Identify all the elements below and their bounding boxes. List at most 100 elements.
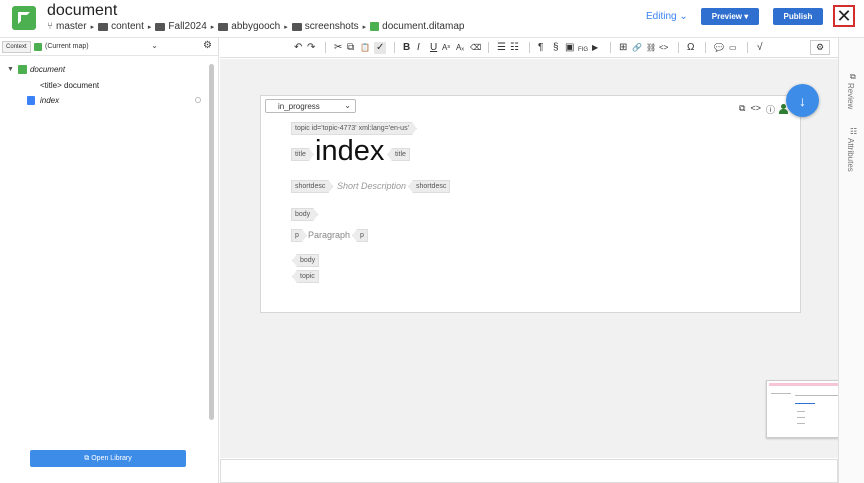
- library-icon: ⧉: [84, 454, 92, 462]
- code-icon[interactable]: <>: [659, 42, 668, 54]
- tree-item-title[interactable]: <title> document: [40, 81, 99, 90]
- close-button[interactable]: ✕: [833, 5, 855, 27]
- tag-body-end[interactable]: body: [292, 254, 320, 267]
- minimap-line: [797, 417, 805, 418]
- open-external-icon[interactable]: ⧉: [739, 103, 745, 116]
- toolbar-divider: [529, 42, 530, 53]
- scroll-down-button[interactable]: ↓: [786, 84, 819, 117]
- breadcrumb-fall2024[interactable]: Fall2024: [155, 21, 207, 32]
- figure-icon[interactable]: FIG: [578, 44, 588, 56]
- caret-down-icon: ▾: [744, 12, 749, 21]
- image-icon[interactable]: ▣: [565, 42, 574, 54]
- comment-icon[interactable]: 💬: [714, 42, 724, 54]
- app-logo-icon[interactable]: [12, 6, 36, 30]
- table-icon[interactable]: ⊞: [619, 42, 627, 54]
- breadcrumb: ⑂ master ▸ content ▸ Fall2024 ▸ abbygooch…: [47, 21, 464, 32]
- breadcrumb-screenshots[interactable]: screenshots: [291, 21, 359, 32]
- gear-icon[interactable]: ⚙: [203, 40, 212, 51]
- paragraph-icon[interactable]: ¶: [538, 42, 543, 54]
- review-icon: ⧉: [850, 72, 856, 81]
- video-icon[interactable]: ▶: [592, 42, 598, 54]
- copy-icon[interactable]: ⧉: [347, 42, 354, 54]
- breadcrumb-content[interactable]: content: [98, 21, 144, 32]
- tag-p-end[interactable]: p: [352, 229, 368, 242]
- subscript-icon[interactable]: Aₓ: [456, 42, 464, 54]
- code-view-icon[interactable]: <>: [750, 103, 761, 116]
- eraser-icon[interactable]: ⌫: [470, 42, 481, 54]
- breadcrumb-separator-icon: ▸: [90, 23, 95, 31]
- topic-page[interactable]: in_progress ⌄ ⧉ <> ⓘ topic id='topic-477…: [260, 95, 801, 313]
- tag-body-start[interactable]: body: [291, 208, 318, 221]
- rail-tab-review[interactable]: Review: [846, 83, 855, 109]
- document-title: document: [47, 2, 118, 19]
- attributes-icon: ☷: [850, 127, 858, 136]
- rail-tab-attributes[interactable]: Attributes: [846, 138, 855, 172]
- undo-icon[interactable]: ↶: [294, 42, 302, 54]
- xref-icon[interactable]: ⛓: [646, 42, 656, 54]
- publish-button[interactable]: Publish: [773, 8, 823, 25]
- keyboard-icon[interactable]: ▭: [729, 42, 737, 54]
- toolbar-divider: [394, 42, 395, 53]
- topic-title[interactable]: index: [315, 135, 384, 168]
- tag-shortdesc-start[interactable]: shortdesc: [291, 180, 333, 193]
- cut-icon[interactable]: ✂: [334, 42, 342, 54]
- tag-title-start[interactable]: title: [291, 148, 314, 161]
- superscript-icon[interactable]: Aˢ: [442, 42, 450, 54]
- math-icon[interactable]: √: [757, 42, 763, 54]
- underline-icon[interactable]: U: [430, 42, 437, 54]
- tag-title-end[interactable]: title: [387, 148, 410, 161]
- tag-topic-end[interactable]: topic: [292, 270, 319, 283]
- minimap-line: [797, 423, 805, 424]
- close-icon: ✕: [836, 6, 852, 26]
- paragraph-text[interactable]: Paragraph: [308, 230, 350, 240]
- tree-item-document[interactable]: ▼ document: [7, 65, 65, 74]
- toolbar-settings-button[interactable]: ⚙: [810, 40, 830, 55]
- status-select[interactable]: in_progress ⌄: [265, 99, 356, 113]
- repository-icon: [98, 22, 109, 31]
- context-label: Context: [2, 41, 31, 53]
- context-bar: Context (Current map) ⌄ ⚙: [0, 38, 219, 56]
- shortdesc-text[interactable]: Short Description: [337, 181, 406, 191]
- tag-topic-start[interactable]: topic id='topic-4773' xml:lang='en-us': [291, 122, 417, 135]
- expand-triangle-icon[interactable]: ▼: [7, 66, 14, 73]
- bulleted-list-icon[interactable]: ☰: [497, 42, 506, 54]
- redo-icon[interactable]: ↷: [307, 42, 315, 54]
- context-select[interactable]: (Current map) ⌄: [34, 40, 160, 53]
- chevron-down-icon: ⌄: [679, 11, 688, 22]
- folder-icon: [291, 22, 302, 31]
- info-icon[interactable]: ⓘ: [766, 103, 775, 116]
- paste-icon[interactable]: 📋: [360, 42, 370, 54]
- omega-icon[interactable]: Ω: [687, 42, 694, 54]
- mode-dropdown[interactable]: Editing ⌄: [646, 11, 688, 22]
- link-icon[interactable]: 🔗: [632, 42, 642, 54]
- ditamap-icon: [34, 42, 42, 51]
- check-icon[interactable]: ✓: [374, 42, 387, 54]
- breadcrumb-branch[interactable]: ⑂ master: [47, 21, 87, 32]
- tag-p-start[interactable]: p: [291, 229, 307, 242]
- topic-icon: [27, 96, 35, 105]
- toolbar-divider: [610, 42, 611, 53]
- editor-canvas: in_progress ⌄ ⧉ <> ⓘ topic id='topic-477…: [220, 59, 838, 458]
- preview-button[interactable]: Preview ▾: [701, 8, 759, 25]
- toolbar-divider: [488, 42, 489, 53]
- minimap-line: [795, 403, 815, 404]
- toolbar-divider: [747, 42, 748, 53]
- tag-shortdesc-end[interactable]: shortdesc: [408, 180, 451, 193]
- left-scrollbar[interactable]: [209, 64, 214, 420]
- tree-item-index[interactable]: index: [27, 96, 59, 105]
- open-library-button[interactable]: ⧉ Open Library: [30, 450, 186, 467]
- bold-icon[interactable]: B: [403, 42, 410, 54]
- breadcrumb-ditamap[interactable]: document.ditamap: [370, 21, 464, 32]
- breadcrumb-separator-icon: ▸: [210, 23, 215, 31]
- page-actions: ⧉ <> ⓘ: [739, 103, 775, 116]
- header: document ⑂ master ▸ content ▸ Fall2024 ▸ …: [0, 0, 864, 38]
- branch-icon: ⑂: [47, 21, 53, 32]
- numbered-list-icon[interactable]: ☷: [510, 42, 519, 54]
- breadcrumb-separator-icon: ▸: [147, 23, 152, 31]
- minimap-line: [771, 393, 791, 394]
- bottom-input-bar[interactable]: [220, 459, 838, 483]
- italic-icon[interactable]: I: [417, 42, 420, 54]
- section-icon[interactable]: §: [553, 42, 559, 54]
- right-rail: ⧉ Review ☷ Attributes: [838, 38, 864, 483]
- breadcrumb-abbygooch[interactable]: abbygooch: [218, 21, 280, 32]
